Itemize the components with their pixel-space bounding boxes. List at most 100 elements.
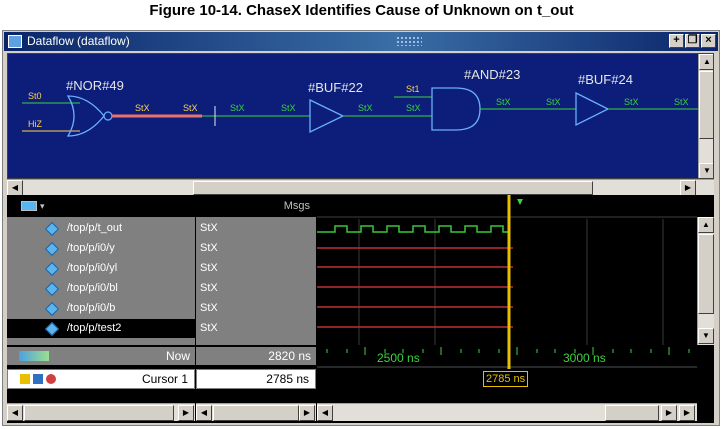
timeline-tick-label: 2500 ns <box>377 351 420 365</box>
wire-value-label: StX <box>496 97 511 107</box>
signal-diamond-icon <box>44 301 60 317</box>
now-label: Now <box>165 349 190 363</box>
signal-value: StX <box>200 322 218 334</box>
nor-input-b-label: HiZ <box>28 119 42 129</box>
wire-value-label: StX <box>358 103 373 113</box>
nor-bubble-icon <box>103 111 113 121</box>
signal-row[interactable]: /top/p/t_out <box>7 219 195 238</box>
close-button[interactable]: × <box>701 34 716 48</box>
buf24-gate-icon[interactable] <box>575 91 610 127</box>
signal-diamond-icon <box>44 221 60 237</box>
wire-value-label: StX <box>230 103 245 113</box>
signal-name: /top/p/i0/yl <box>67 262 118 274</box>
signal-value: StX <box>200 262 218 274</box>
nor-gate-label: #NOR#49 <box>66 78 124 93</box>
wave-vscrollbar[interactable]: ▲ ▼ <box>697 217 714 345</box>
wave-hscroll-thumb[interactable] <box>605 405 659 421</box>
titlebar-grip-icon[interactable] <box>396 36 422 46</box>
msgs-header: Msgs <box>196 195 316 217</box>
scroll-up-icon[interactable]: ▲ <box>698 217 714 233</box>
now-tools-icon[interactable] <box>19 351 49 361</box>
signal-value: StX <box>200 302 218 314</box>
cursor-flag[interactable]: 2785 ns <box>483 371 529 387</box>
nor-gate-icon[interactable] <box>66 95 105 137</box>
buf24-gate-label: #BUF#24 <box>578 72 633 87</box>
wire-value-label: StX <box>281 103 296 113</box>
scroll-right-icon[interactable]: ▶ <box>178 405 194 421</box>
scroll-right-icon[interactable]: ▶ <box>299 405 315 421</box>
schematic-vscrollbar[interactable]: ▲ ▼ <box>698 54 713 178</box>
scroll-left-icon[interactable]: ◀ <box>7 180 23 196</box>
cursor-label-cell[interactable]: Cursor 1 <box>7 369 195 389</box>
scroll-left-icon[interactable]: ◀ <box>7 405 23 421</box>
values-hscroll-thumb[interactable] <box>213 405 299 421</box>
undock-button[interactable]: ❐ <box>685 34 700 48</box>
wire-value-label: StX <box>183 103 198 113</box>
wave-window: ▾ /top/p/t_out /top/p/i0/y /top/p/i0/yl … <box>7 195 714 423</box>
wave-tools-icon[interactable] <box>21 201 37 211</box>
scroll-right-icon[interactable]: ▶ <box>680 180 696 196</box>
cursor-value[interactable]: 2785 ns <box>196 369 316 389</box>
now-value: 2820 ns <box>196 347 316 365</box>
signal-value: StX <box>200 282 218 294</box>
scroll-up-icon[interactable]: ▲ <box>699 54 713 70</box>
signal-diamond-icon <box>44 261 60 277</box>
signal-row[interactable]: /top/p/i0/bl <box>7 279 195 298</box>
window-titlebar[interactable]: Dataflow (dataflow) + ❐ × <box>4 32 718 51</box>
signal-row[interactable]: /top/p/i0/y <box>7 239 195 258</box>
scroll-down-icon[interactable]: ▼ <box>698 328 714 344</box>
signal-value: StX <box>200 242 218 254</box>
signal-name: /top/p/t_out <box>67 222 123 234</box>
and23-gate-label: #AND#23 <box>464 67 520 82</box>
schematic-hscrollbar[interactable]: ◀ ▶ <box>7 179 714 196</box>
lock-icon[interactable] <box>20 374 30 384</box>
signal-name: /top/p/i0/bl <box>67 282 118 294</box>
scroll-left-icon[interactable]: ◀ <box>317 405 333 421</box>
buf22-gate-icon[interactable] <box>309 98 345 134</box>
wire-value-label: StX <box>546 97 561 107</box>
schematic-vscroll-thumb[interactable] <box>699 71 713 139</box>
wave-vscroll-thumb[interactable] <box>698 234 714 314</box>
values-hscrollbar[interactable]: ◀ ▶ <box>196 403 316 421</box>
signal-row-selected[interactable]: /top/p/test2 <box>7 319 195 338</box>
signal-value: StX <box>200 222 218 234</box>
scroll-down-icon[interactable]: ▼ <box>699 163 713 178</box>
time-ruler[interactable]: 2500 ns 3000 ns 2785 ns <box>317 345 697 389</box>
window-title: Dataflow (dataflow) <box>27 34 130 48</box>
signal-names-pane: ▾ /top/p/t_out /top/p/i0/y /top/p/i0/yl … <box>7 195 195 345</box>
signal-row[interactable]: /top/p/i0/b <box>7 299 195 318</box>
signal-row[interactable]: /top/p/i0/yl <box>7 259 195 278</box>
cursor-name: Cursor 1 <box>141 372 188 386</box>
delete-cursor-icon[interactable] <box>46 374 56 384</box>
scroll-left-icon[interactable]: ◀ <box>196 405 212 421</box>
scroll-end-icon[interactable]: ▶ <box>679 405 695 421</box>
waveform-pane[interactable] <box>317 195 697 345</box>
wave-hscrollbar[interactable]: ◀ ▶ ▶ <box>317 403 697 421</box>
scroll-right-icon[interactable]: ▶ <box>661 405 677 421</box>
signal-name: /top/p/i0/b <box>67 302 116 314</box>
signal-name: /top/p/test2 <box>67 322 122 334</box>
dataflow-schematic[interactable]: St0 HiZ #NOR#49 StX StX StX StX #BUF#22 … <box>7 53 714 179</box>
dataflow-app-icon <box>8 35 22 48</box>
schematic-hscroll-thumb[interactable] <box>193 181 593 195</box>
zoom-pane-button[interactable]: + <box>669 34 684 48</box>
buf22-gate-label: #BUF#22 <box>308 80 363 95</box>
waveform-canvas <box>317 195 697 345</box>
signal-diamond-icon <box>44 321 60 337</box>
figure-caption: Figure 10-14. ChaseX Identifies Cause of… <box>149 2 574 19</box>
names-header: ▾ <box>7 195 195 217</box>
wire-value-label: StX <box>135 103 150 113</box>
wire-value-label: StX <box>406 103 421 113</box>
t-out-waveform[interactable] <box>317 225 509 233</box>
pencil-icon[interactable] <box>33 374 43 384</box>
nor-input-a-label: St0 <box>28 91 42 101</box>
and-gate-icon[interactable] <box>431 87 481 131</box>
names-hscroll-thumb[interactable] <box>24 405 174 421</box>
wave-status-area: Now 2820 ns Cursor 1 2785 ns 2500 ns 300… <box>7 345 714 403</box>
chevron-down-icon[interactable]: ▾ <box>40 195 45 217</box>
timeline-tick-label: 3000 ns <box>563 351 606 365</box>
wire-value-label: StX <box>624 97 639 107</box>
dataflow-window: Dataflow (dataflow) + ❐ × St0 HiZ #NOR#4… <box>2 30 720 426</box>
signal-diamond-icon <box>44 281 60 297</box>
names-hscrollbar[interactable]: ◀ ▶ <box>7 403 195 421</box>
